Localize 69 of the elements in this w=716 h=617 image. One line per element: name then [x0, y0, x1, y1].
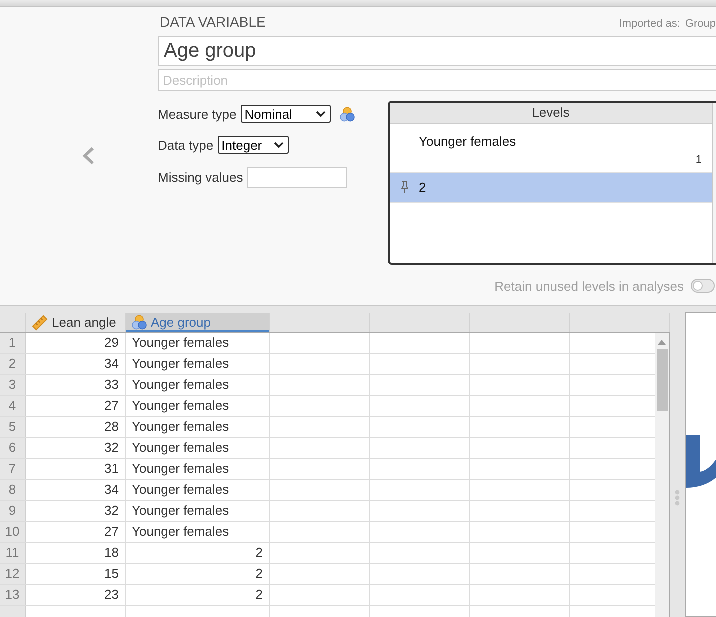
table-cell: 34 [26, 354, 126, 374]
level-value: 1 [696, 154, 702, 167]
vertical-scrollbar[interactable] [655, 333, 670, 617]
table-cell: 23 [26, 585, 126, 605]
pin-icon[interactable] [400, 181, 408, 194]
table-cell: Younger females [126, 333, 270, 353]
scroll-up-icon[interactable] [658, 340, 666, 345]
level-item[interactable]: 2 [390, 173, 712, 203]
row-number: 12 [0, 564, 26, 584]
table-cell: 31 [26, 459, 126, 479]
row-number: 9 [0, 501, 26, 521]
table-cell: Younger females [126, 522, 270, 542]
section-title: DATA VARIABLE [160, 14, 266, 30]
ruler-icon [32, 314, 48, 330]
table-cell: 2 [126, 543, 270, 563]
row-number: 5 [0, 417, 26, 437]
levels-header: Levels [390, 103, 712, 124]
row-number: 2 [0, 354, 26, 374]
scrollbar-thumb[interactable] [656, 349, 668, 411]
description-field[interactable]: Description [158, 69, 716, 91]
table-cell: Younger females [126, 501, 270, 521]
missing-values-field[interactable] [247, 167, 348, 188]
row-number: 3 [0, 375, 26, 395]
row-number: 11 [0, 543, 26, 563]
table-cell: Younger females [126, 480, 270, 500]
caret-icon [274, 142, 284, 148]
imported-value: Group [685, 18, 716, 30]
table-cell: 2 [126, 564, 270, 584]
retain-label: Retain unused levels in analyses [494, 278, 684, 294]
table-cell: 29 [26, 333, 126, 353]
level-label: 2 [419, 180, 426, 196]
table-cell: 33 [26, 375, 126, 395]
level-label: Younger females [419, 134, 516, 150]
table-cell: Younger females [126, 459, 270, 479]
row-number: 6 [0, 438, 26, 458]
data-type-label: Data type [158, 138, 214, 152]
row-number: 7 [0, 459, 26, 479]
table-cell: Younger females [126, 396, 270, 416]
table-cell: Younger females [126, 438, 270, 458]
caret-icon [316, 111, 326, 117]
table-cell: 32 [26, 438, 126, 458]
curve-drawing [686, 435, 716, 488]
row-number: 4 [0, 396, 26, 416]
table-cell: 18 [26, 543, 126, 563]
table-cell: 34 [26, 480, 126, 500]
variable-name-field[interactable]: Age group [158, 36, 716, 66]
row-number: 8 [0, 480, 26, 500]
data-type-dropdown[interactable]: Integer [218, 136, 289, 154]
table-cell: Younger females [126, 417, 270, 437]
table-cell: Younger females [126, 375, 270, 395]
table-cell: 28 [26, 417, 126, 437]
table-cell: 27 [26, 522, 126, 542]
table-cell: 27 [26, 396, 126, 416]
table-cell: 2 [126, 585, 270, 605]
measure-type-dropdown[interactable]: Nominal [240, 105, 331, 123]
circles-icon [132, 315, 147, 330]
missing-values-label: Missing values [158, 170, 244, 185]
retain-toggle[interactable] [691, 279, 715, 293]
table-cell: 15 [26, 564, 126, 584]
row-number: 1 [0, 333, 26, 353]
imported-label: Imported as: [619, 18, 680, 30]
table-cell: Younger females [126, 354, 270, 374]
row-number: 10 [0, 522, 26, 542]
chevron-left-icon[interactable] [82, 147, 95, 165]
row-number: 13 [0, 585, 26, 605]
circles-icon [340, 106, 355, 122]
grip-dots-icon[interactable] [675, 490, 680, 506]
measure-type-label: Measure type [158, 106, 237, 122]
table-cell: 32 [26, 501, 126, 521]
